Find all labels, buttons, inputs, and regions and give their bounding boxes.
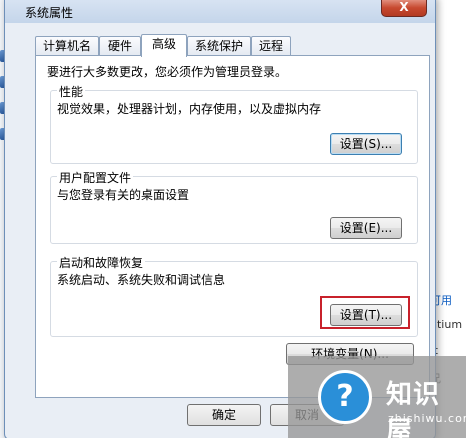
user-profiles-description: 与您登录有关的桌面设置: [57, 188, 190, 202]
advanced-tab-panel: 要进行大多数更改，您必须作为管理员登录。 性能 视觉效果，处理器计划，内存使用，…: [35, 55, 430, 398]
user-profiles-group: 用户配置文件 与您登录有关的桌面设置 设置(E)...: [50, 169, 418, 244]
performance-settings-button[interactable]: 设置(S)...: [330, 133, 402, 155]
title-bar[interactable]: 系统属性 X: [5, 0, 435, 23]
watermark-logo: ?: [318, 370, 372, 424]
admin-note: 要进行大多数更改，您必须作为管理员登录。: [47, 65, 288, 79]
performance-label: 性能: [57, 83, 86, 100]
user-profiles-settings-button[interactable]: 设置(E)...: [330, 217, 402, 239]
question-icon: ?: [336, 379, 354, 414]
tab-system-protection[interactable]: 系统保护: [187, 36, 251, 56]
startup-recovery-label: 启动和故障恢复: [57, 254, 146, 271]
performance-group: 性能 视觉效果，处理器计划，内存使用，以及虚拟内存 设置(S)...: [50, 83, 418, 164]
watermark: ? 知识屋 zhishiwu.com: [288, 356, 466, 438]
watermark-site: zhishiwu.com: [388, 412, 466, 425]
tab-remote[interactable]: 远程: [251, 36, 291, 56]
startup-recovery-description: 系统启动、系统失败和调试信息: [57, 273, 226, 287]
tab-advanced[interactable]: 高级: [141, 34, 187, 57]
user-profiles-label: 用户配置文件: [57, 169, 134, 186]
ok-button[interactable]: 确定: [187, 404, 261, 426]
highlight-box: [320, 296, 410, 329]
dialog-title: 系统属性: [25, 6, 74, 20]
watermark-name: 知识屋: [386, 380, 441, 438]
performance-description: 视觉效果，处理器计划，内存使用，以及虚拟内存: [57, 102, 322, 116]
tab-hardware[interactable]: 硬件: [99, 36, 141, 56]
tab-computer-name[interactable]: 计算机名: [35, 36, 99, 56]
close-button[interactable]: X: [381, 0, 427, 17]
close-icon: X: [399, 0, 409, 14]
